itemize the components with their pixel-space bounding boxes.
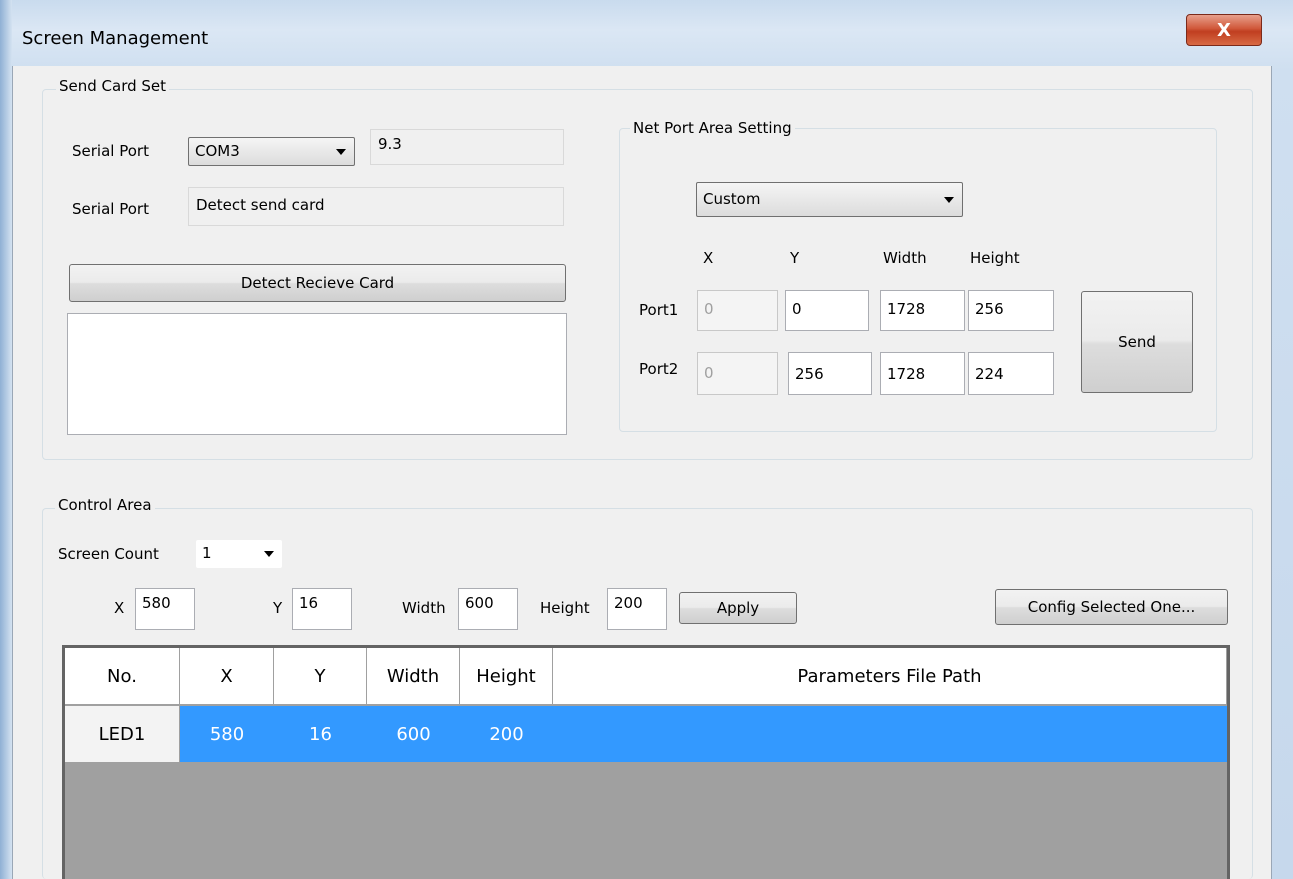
port1-x-input: 0 [697,290,778,331]
chevron-down-icon [336,148,346,155]
screen-table[interactable]: No. X Y Width Height Parameters File Pat… [62,645,1230,879]
row-header[interactable]: LED1 [65,706,180,762]
column-header-width[interactable]: Width [367,648,460,705]
detect-status-field: Detect send card [188,187,564,226]
height-input[interactable]: 200 [607,588,667,630]
screen-count-value: 1 [202,544,212,562]
cell-height: 200 [489,723,524,745]
x-input[interactable]: 580 [135,588,195,630]
send-button[interactable]: Send [1081,291,1193,393]
height-label: Height [540,599,590,617]
screen-count-select[interactable]: 1 [196,540,282,568]
port2-width-input[interactable]: 1728 [880,352,965,395]
port2-label: Port2 [639,360,679,378]
port1-height-input[interactable]: 256 [968,290,1054,331]
column-header-y[interactable]: Y [274,648,367,705]
column-header-no[interactable]: No. [65,648,180,705]
serial-port-label-2: Serial Port [72,200,149,218]
column-header-height[interactable]: Height [460,648,553,705]
cell-width: 600 [396,723,431,745]
receive-card-result-box[interactable] [67,313,567,435]
apply-button[interactable]: Apply [679,592,797,624]
control-area-group-label: Control Area [55,496,155,514]
serial-port-label: Serial Port [72,142,149,160]
x-label: X [114,599,125,617]
col-label-y: Y [790,249,800,267]
chevron-down-icon [944,196,954,203]
window-title: Screen Management [22,28,209,49]
port2-height-input[interactable]: 224 [968,352,1054,395]
close-button[interactable]: X [1186,14,1262,46]
serial-port-select[interactable]: COM3 [188,137,355,166]
port1-label: Port1 [639,301,679,319]
cell-file-path [553,706,1227,762]
screen-count-label: Screen Count [58,545,159,563]
close-icon: X [1217,19,1231,41]
send-card-group-label: Send Card Set [56,77,170,95]
width-input[interactable]: 600 [458,588,518,630]
cell-y: 16 [309,723,332,745]
col-label-width: Width [883,249,927,267]
net-port-mode-value: Custom [703,190,761,208]
y-input[interactable]: 16 [292,588,352,630]
column-header-file-path[interactable]: Parameters File Path [553,648,1227,705]
port2-x-input: 0 [697,352,778,395]
cell-x: 580 [209,723,245,745]
y-label: Y [273,599,283,617]
port1-y-input[interactable]: 0 [785,290,869,331]
col-label-x: X [703,249,714,267]
config-selected-button[interactable]: Config Selected One... [995,589,1228,625]
window-edge [0,0,12,879]
chevron-down-icon [264,551,274,557]
detect-receive-card-button[interactable]: Detect Recieve Card [69,264,566,302]
port2-y-input[interactable]: 256 [788,352,872,395]
net-port-group-label: Net Port Area Setting [630,119,795,137]
table-row[interactable]: LED1 580 16 600 200 [65,706,1227,762]
col-label-height: Height [970,249,1020,267]
port1-width-input[interactable]: 1728 [880,290,965,331]
serial-port-value: COM3 [195,142,240,160]
column-header-x[interactable]: X [180,648,274,705]
net-port-mode-select[interactable]: Custom [696,182,963,217]
firmware-version-field: 9.3 [370,129,564,165]
width-label: Width [402,599,446,617]
